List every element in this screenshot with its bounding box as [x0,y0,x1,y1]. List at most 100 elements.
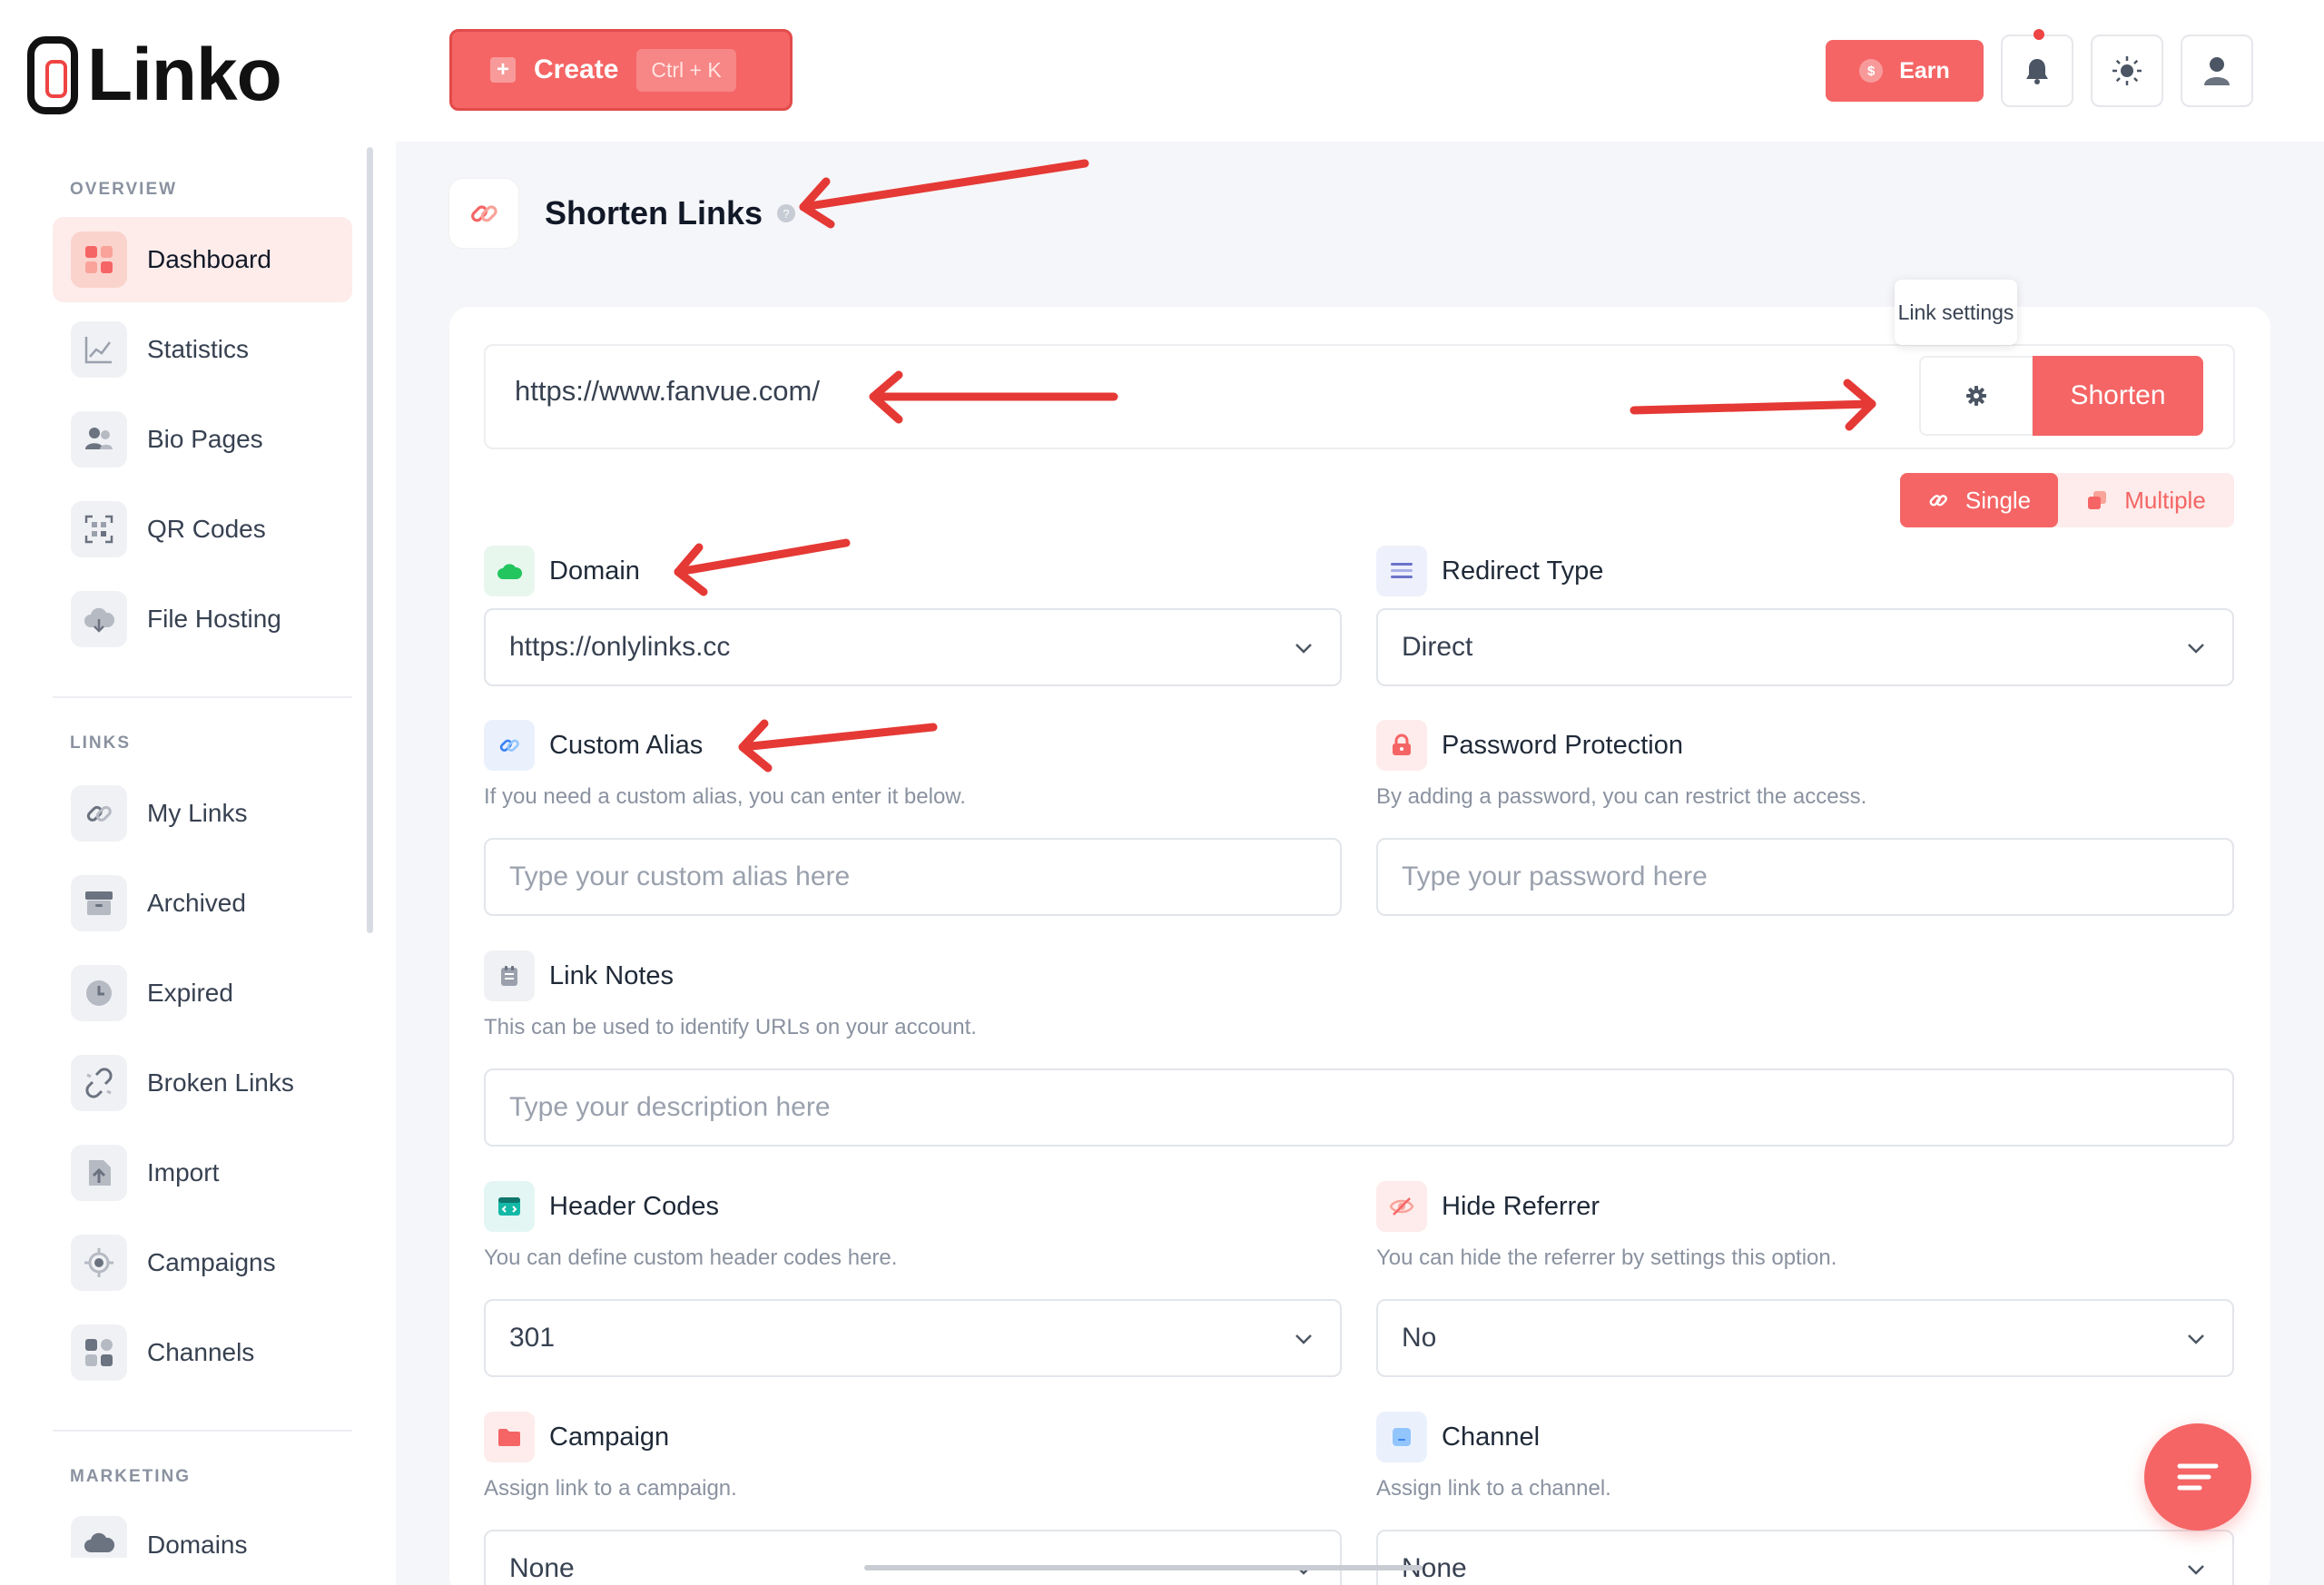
custom-alias-input[interactable]: Type your custom alias here [484,838,1342,916]
qr-icon [71,501,127,557]
sidebar: Linko OVERVIEW Dashboard Statistics Bio … [0,0,396,1585]
channel-select[interactable]: None [1376,1530,2234,1585]
cloud-icon [484,546,535,596]
section-title-overview: OVERVIEW [70,180,178,199]
cloud-icon [71,1516,127,1558]
sidebar-item-expired[interactable]: Expired [53,950,352,1036]
logo-icon [27,36,78,114]
chevron-down-icon [2188,644,2204,654]
sidebar-item-label: File Hosting [147,605,281,633]
target-icon [71,1235,127,1291]
campaign-value: None [509,1553,575,1583]
mode-single-button[interactable]: Single [1900,473,2058,527]
hide-referrer-value: No [1402,1323,1437,1353]
channel-label-row: Channel [1376,1411,1540,1463]
sidebar-item-dashboard[interactable]: Dashboard [53,217,352,302]
sidebar-item-import[interactable]: Import [53,1130,352,1216]
alias-placeholder: Type your custom alias here [509,861,851,891]
alias-label: Custom Alias [549,730,704,760]
arrow-to-title [799,159,1089,212]
mode-single-label: Single [1965,486,2032,514]
sun-icon [2112,56,2142,85]
horizontal-scrollbar[interactable] [864,1565,1423,1570]
sidebar-item-statistics[interactable]: Statistics [53,307,352,392]
menu-fab-button[interactable] [2144,1423,2251,1531]
url-input[interactable]: https://www.fanvue.com/ [515,375,820,408]
notes-icon [484,950,535,1001]
mode-multiple-button[interactable]: Multiple [2058,473,2234,527]
header-codes-select[interactable]: 301 [484,1299,1342,1377]
sidebar-item-label: Dashboard [147,245,271,273]
password-label: Password Protection [1442,730,1683,760]
hide-referrer-label-row: Hide Referrer [1376,1180,1600,1233]
link-icon [71,785,127,842]
chevron-down-icon [2188,1565,2204,1575]
password-input[interactable]: Type your password here [1376,838,2234,916]
sidebar-item-my-links[interactable]: My Links [53,771,352,856]
campaign-label: Campaign [549,1422,670,1452]
import-icon [71,1145,127,1201]
redirect-label-row: Redirect Type [1376,545,1603,597]
channel-label: Channel [1442,1422,1541,1452]
header-codes-value: 301 [509,1323,556,1353]
section-title-links: LINKS [70,733,131,753]
chevron-down-icon [1295,1334,1312,1344]
plus-icon: + [490,57,516,83]
earn-button[interactable]: $ Earn [1826,40,1984,102]
notes-helper: This can be used to identify URLs on you… [484,1015,977,1039]
page-title: Shorten Links [545,194,763,231]
header-codes-helper: You can define custom header codes here. [484,1245,898,1270]
sidebar-item-archived[interactable]: Archived [53,861,352,946]
cloud-icon [71,591,127,647]
archive-icon [71,875,127,931]
domain-select[interactable]: https://onlylinks.cc [484,608,1342,686]
sidebar-item-channels[interactable]: Channels [53,1310,352,1395]
brand-logo[interactable]: Linko [27,34,282,116]
link-settings-button[interactable] [1919,356,2034,436]
redirect-label: Redirect Type [1442,556,1604,586]
users-icon [71,411,127,468]
dollar-icon: $ [1859,59,1884,83]
sidebar-item-bio-pages[interactable]: Bio Pages [53,397,352,482]
create-button[interactable]: + Create Ctrl + K [449,29,793,111]
dashboard-icon [71,231,127,288]
redirect-type-select[interactable]: Direct [1376,608,2234,686]
sidebar-item-label: My Links [147,799,248,827]
lock-icon [1376,720,1427,771]
hide-referrer-select[interactable]: No [1376,1299,2234,1377]
sidebar-divider [53,696,352,698]
link-settings-tooltip: Link settings [1895,280,2017,345]
sidebar-item-broken-links[interactable]: Broken Links [53,1040,352,1126]
header-codes-label-row: Header Codes [484,1180,719,1233]
notes-label: Link Notes [549,960,675,990]
user-menu-button[interactable] [2181,34,2253,107]
sidebar-item-file-hosting[interactable]: File Hosting [53,576,352,662]
folder-icon [484,1412,535,1462]
shorten-button[interactable]: Shorten [2033,356,2203,436]
code-icon [484,1181,535,1232]
sidebar-item-label: Campaigns [147,1248,276,1276]
sidebar-scrollbar[interactable] [367,147,373,933]
clock-icon [71,965,127,1021]
chevron-down-icon [2188,1334,2204,1344]
notes-label-row: Link Notes [484,950,674,1002]
notifications-button[interactable] [2001,29,2073,107]
link-icon [484,720,535,771]
password-label-row: Password Protection [1376,719,1683,772]
earn-label: Earn [1899,57,1950,84]
sidebar-item-qr-codes[interactable]: QR Codes [53,487,352,572]
create-shortcut: Ctrl + K [636,48,736,92]
campaign-select[interactable]: None [484,1530,1342,1585]
theme-toggle-button[interactable] [2091,34,2163,107]
campaign-label-row: Campaign [484,1411,669,1463]
user-icon [2204,57,2230,85]
page-header: Shorten Links ? [448,177,796,250]
password-helper: By adding a password, you can restrict t… [1376,784,1867,809]
help-icon[interactable]: ? [777,204,796,222]
password-placeholder: Type your password here [1402,861,1708,891]
sidebar-item-domains[interactable]: Domains [53,1503,352,1558]
sidebar-item-campaigns[interactable]: Campaigns [53,1220,352,1305]
sidebar-item-label: Broken Links [147,1068,294,1097]
hide-referrer-label: Hide Referrer [1442,1191,1600,1221]
link-notes-input[interactable]: Type your description here [484,1068,2234,1147]
